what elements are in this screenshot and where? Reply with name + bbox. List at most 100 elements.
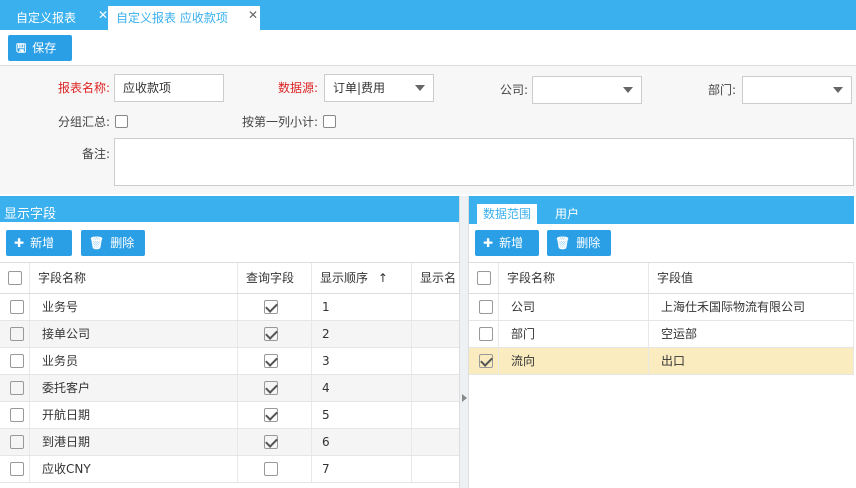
field-value-cell: 出口 (649, 348, 854, 374)
grid-header-row: 字段名称 字段值 (469, 262, 854, 294)
row-checkbox[interactable] (10, 408, 24, 422)
col-field-name[interactable]: 字段名称 (499, 263, 649, 293)
field-name-cell: 部门 (499, 321, 649, 347)
display-name-cell (412, 294, 459, 320)
delete-label: 删除 (576, 236, 601, 250)
row-checkbox[interactable] (479, 327, 493, 341)
display-name-cell (412, 456, 459, 482)
datasource-value: 订单|费用 (333, 81, 386, 95)
table-row[interactable]: 委托客户 4 (0, 375, 459, 402)
field-name-cell: 开航日期 (30, 402, 238, 428)
display-name-cell (412, 402, 459, 428)
report-name-label: 报表名称: (58, 81, 111, 95)
chevron-down-icon (415, 85, 425, 91)
chevron-down-icon (623, 87, 633, 93)
tab-custom-report[interactable]: 自定义报表 ✕ (8, 3, 108, 30)
field-name-cell: 到港日期 (30, 429, 238, 455)
trash-icon: 🗑 (89, 236, 105, 250)
close-icon[interactable]: ✕ (98, 3, 108, 27)
query-field-checkbox[interactable] (264, 435, 278, 449)
field-name-cell: 业务员 (30, 348, 238, 374)
field-value-cell: 上海仕禾国际物流有限公司 (649, 294, 854, 320)
table-row[interactable]: 应收CNY 7 (0, 456, 459, 483)
row-checkbox[interactable] (10, 354, 24, 368)
display-order-cell: 7 (312, 456, 412, 482)
row-checkbox[interactable] (10, 381, 24, 395)
company-select[interactable] (532, 76, 642, 104)
query-field-checkbox[interactable] (264, 408, 278, 422)
col-display-order[interactable]: 显示顺序 ↑ (312, 263, 412, 293)
add-field-button[interactable]: ✚ 新增 (6, 230, 72, 256)
delete-field-button[interactable]: 🗑 删除 (81, 230, 145, 256)
plus-icon: ✚ (14, 236, 25, 250)
save-button[interactable]: 🖫 保存 (8, 35, 72, 61)
query-field-checkbox[interactable] (264, 354, 278, 368)
col-query-field[interactable]: 查询字段 (238, 263, 312, 293)
panel-splitter[interactable] (459, 196, 469, 488)
col-field-name[interactable]: 字段名称 (30, 263, 238, 293)
tab-receivables[interactable]: 自定义报表 应收款项 ✕ (108, 6, 260, 30)
field-name-cell: 应收CNY (30, 456, 238, 482)
field-name-cell: 公司 (499, 294, 649, 320)
display-name-cell (412, 321, 459, 347)
remark-textarea[interactable] (114, 138, 854, 186)
row-checkbox[interactable] (10, 300, 24, 314)
datasource-label: 数据源: (278, 81, 319, 95)
table-row[interactable]: 流向 出口 (469, 348, 854, 375)
company-label: 公司: (500, 83, 529, 97)
row-checkbox[interactable] (479, 300, 493, 314)
display-order-cell: 3 (312, 348, 412, 374)
add-scope-button[interactable]: ✚ 新增 (475, 230, 539, 256)
table-row[interactable]: 接单公司 2 (0, 321, 459, 348)
col-subtotal-label: 按第一列小计: (242, 115, 319, 129)
delete-scope-button[interactable]: 🗑 删除 (547, 230, 611, 256)
field-name-cell: 流向 (499, 348, 649, 374)
field-name-cell: 委托客户 (30, 375, 238, 401)
tab-data-scope[interactable]: 数据范围 (477, 204, 538, 224)
group-total-checkbox[interactable] (115, 115, 128, 128)
col-display-name[interactable]: 显示名 (412, 263, 459, 293)
table-row[interactable]: 公司 上海仕禾国际物流有限公司 (469, 294, 854, 321)
trash-icon: 🗑 (555, 236, 571, 250)
dept-select[interactable] (742, 76, 852, 104)
save-icon: 🖫 (16, 41, 27, 55)
row-checkbox[interactable] (479, 354, 493, 368)
report-form: 报表名称: 应收款项 数据源: 订单|费用 公司: 部门: 分组汇总: 按第一列… (0, 66, 856, 194)
delete-label: 删除 (110, 236, 135, 250)
select-all-checkbox[interactable] (8, 271, 22, 285)
display-name-cell (412, 375, 459, 401)
tab-bar: 自定义报表 ✕ 自定义报表 应收款项 ✕ (0, 0, 856, 30)
table-row[interactable]: 业务号 1 (0, 294, 459, 321)
col-field-value[interactable]: 字段值 (649, 263, 854, 293)
query-field-checkbox[interactable] (264, 300, 278, 314)
right-panel-header: 数据范围 用户 (469, 196, 854, 224)
save-label: 保存 (32, 41, 57, 55)
table-row[interactable]: 到港日期 6 (0, 429, 459, 456)
remark-label: 备注: (82, 147, 111, 161)
chevron-right-icon[interactable] (462, 394, 467, 402)
query-field-checkbox[interactable] (264, 381, 278, 395)
report-name-input[interactable]: 应收款项 (114, 74, 224, 102)
select-all-checkbox[interactable] (477, 271, 491, 285)
display-order-cell: 4 (312, 375, 412, 401)
query-field-checkbox[interactable] (264, 327, 278, 341)
scope-grid: 字段名称 字段值 公司 上海仕禾国际物流有限公司 部门 空运部 流向 出口 (469, 262, 854, 488)
left-panel-header: 显示字段 (0, 196, 459, 222)
row-checkbox[interactable] (10, 435, 24, 449)
row-checkbox[interactable] (10, 462, 24, 476)
table-row[interactable]: 部门 空运部 (469, 321, 854, 348)
table-row[interactable]: 开航日期 5 (0, 402, 459, 429)
group-total-label: 分组汇总: (58, 115, 111, 129)
tab-users[interactable]: 用户 (549, 204, 585, 224)
field-name-cell: 业务号 (30, 294, 238, 320)
display-name-cell (412, 429, 459, 455)
close-icon[interactable]: ✕ (248, 3, 258, 27)
sort-asc-icon: ↑ (377, 271, 388, 285)
query-field-checkbox[interactable] (264, 462, 278, 476)
col-subtotal-checkbox[interactable] (323, 115, 336, 128)
grid-header-row: 字段名称 查询字段 显示顺序 ↑ 显示名 (0, 262, 459, 294)
table-row[interactable]: 业务员 3 (0, 348, 459, 375)
tab-label: 自定义报表 (16, 11, 77, 25)
datasource-select[interactable]: 订单|费用 (324, 74, 434, 102)
row-checkbox[interactable] (10, 327, 24, 341)
